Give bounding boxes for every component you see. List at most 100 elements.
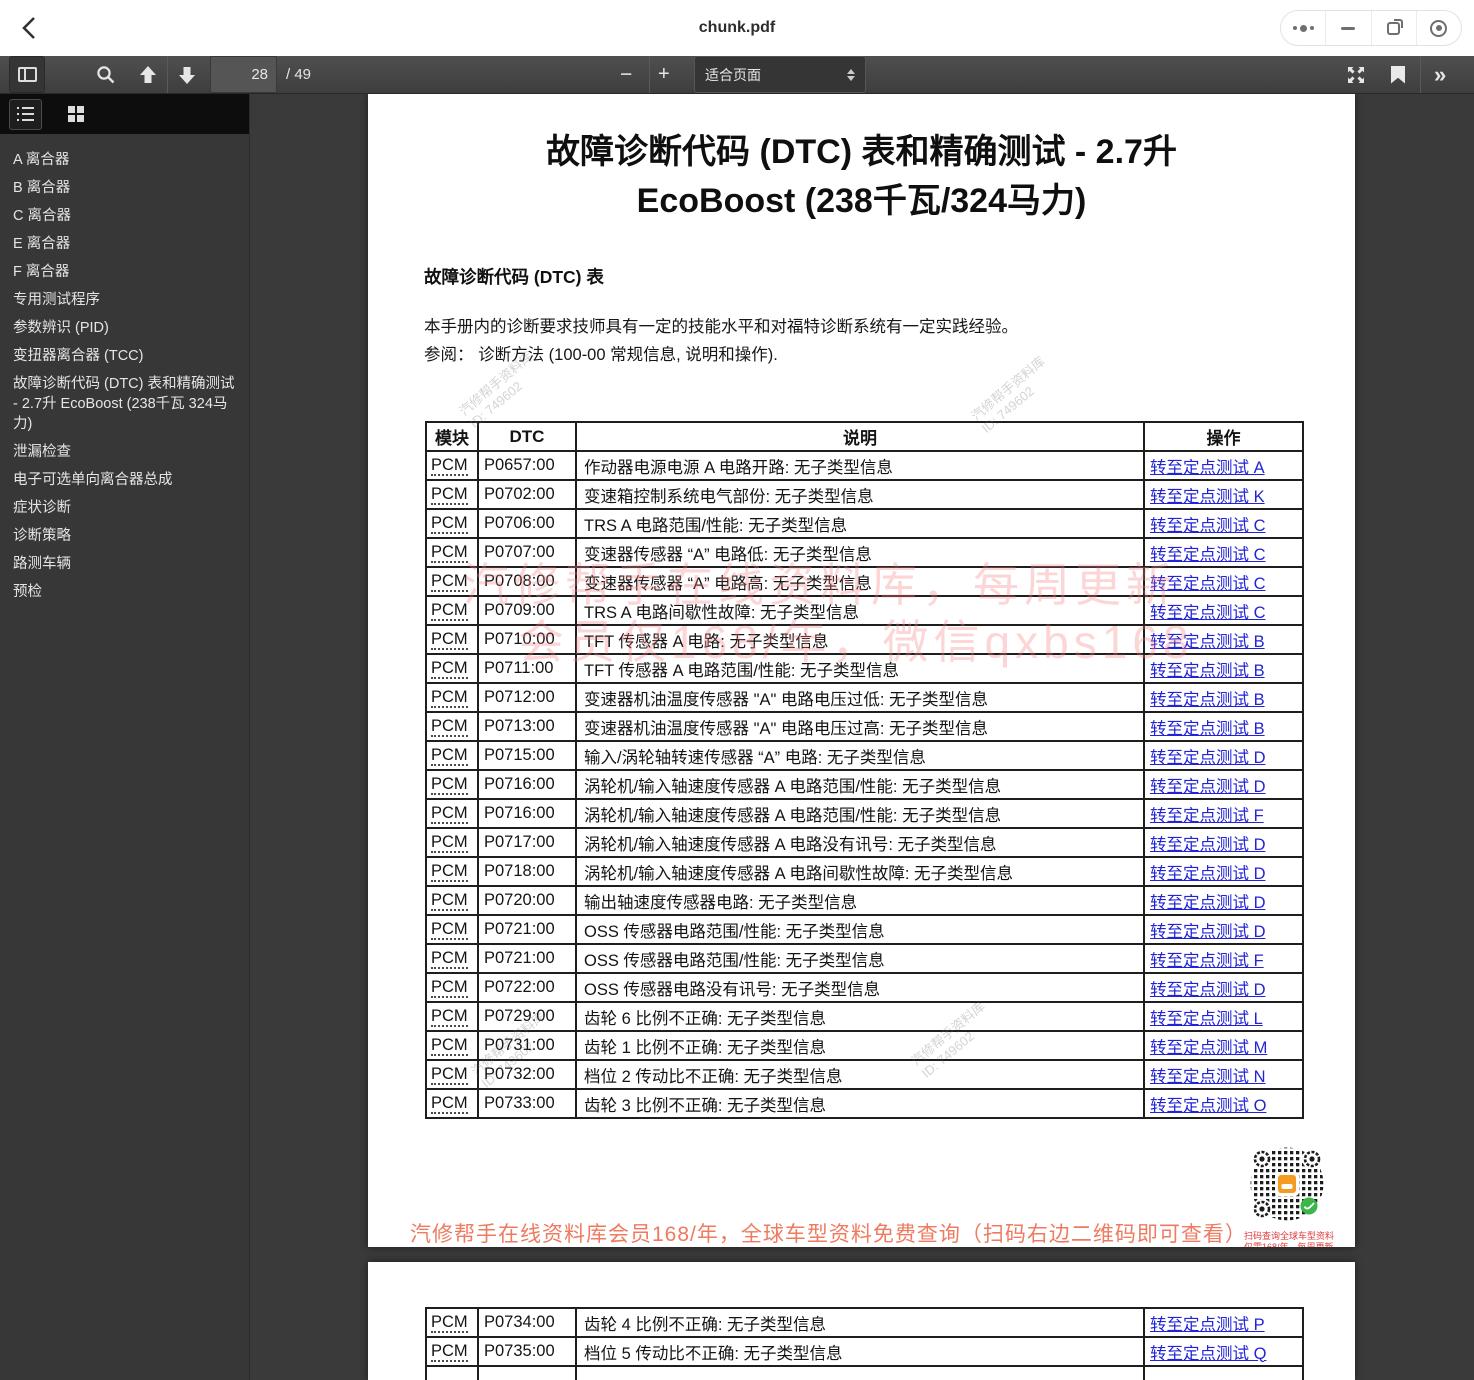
sidebar-outline-item[interactable]: 诊断策略 [11,522,241,550]
module-abbr: PCM [431,514,468,534]
action-cell: 转至定点测试 P [1144,1308,1303,1337]
sidebar-outline-item[interactable]: B 离合器 [11,174,241,202]
sidebar-outline-item[interactable]: E 离合器 [11,230,241,258]
dtc-table-row: PCMP0713:00变速器机油温度传感器 "A" 电路电压过高: 无子类型信息… [426,712,1303,741]
sidebar-outline-item[interactable]: A 离合器 [11,146,241,174]
sidebar-outline-item[interactable]: 症状诊断 [11,494,241,522]
description-cell: 变速箱控制系统电气部份: 无子类型信息 [576,480,1144,509]
action-cell: 转至定点测试 L [1144,1002,1303,1031]
module-abbr: PCM [431,601,468,621]
dtc-table-continued: PCMP0734:00齿轮 4 比例不正确: 无子类型信息转至定点测试 PPCM… [425,1307,1304,1380]
module-cell: PCM [426,625,478,654]
pinpoint-test-link[interactable]: 转至定点测试 B [1150,633,1265,651]
pinpoint-test-link[interactable]: 转至定点测试 B [1150,691,1265,709]
pinpoint-test-link[interactable]: 转至定点测试 D [1150,749,1266,767]
sidebar-outline-item[interactable]: 参数辨识 (PID) [11,314,241,342]
pinpoint-test-link[interactable]: 转至定点测试 D [1150,923,1266,941]
window-controls [1280,10,1462,46]
dtc-code-cell: P0716:00 [478,799,576,828]
search-button[interactable] [95,56,117,93]
fullscreen-button[interactable] [1345,56,1367,93]
dtc-code-cell: P0733:00 [478,1089,576,1118]
dtc-table-row: PCMP0721:00OSS 传感器电路范围/性能: 无子类型信息转至定点测试 … [426,944,1303,973]
sidebar-outline-item[interactable]: 预检 [11,578,241,606]
module-cell: PCM [426,712,478,741]
dtc-table-row: PCMP0718:00涡轮机/输入轴速度传感器 A 电路间歇性故障: 无子类型信… [426,857,1303,886]
pinpoint-test-link[interactable]: 转至定点测试 D [1150,778,1266,796]
pinpoint-test-link[interactable]: 转至定点测试 D [1150,836,1266,854]
pinpoint-test-link[interactable]: 转至定点测试 L [1150,1010,1263,1028]
pinpoint-test-link[interactable]: 转至定点测试 N [1150,1068,1266,1086]
dtc-code-cell: P0713:00 [478,712,576,741]
close-target-button[interactable] [1416,11,1461,45]
pinpoint-test-link[interactable]: 转至定点测试 C [1150,604,1266,622]
dtc-table: 模块DTC说明操作PCMP0657:00作动器电源电源 A 电路开路: 无子类型… [425,421,1304,1119]
module-abbr: PCM [431,1007,468,1027]
intro-paragraph: 本手册内的诊断要求技师具有一定的技能水平和对福特诊断系统有一定实践经验。 参阅：… [424,313,1355,369]
action-cell: 转至定点测试 D [1144,741,1303,770]
module-cell: PCM [426,799,478,828]
pinpoint-test-link[interactable]: 转至定点测试 F [1150,952,1264,970]
thumbnails-tab-button[interactable] [59,99,92,130]
outline-tab-button[interactable] [9,99,42,130]
pinpoint-test-link[interactable]: 转至定点测试 O [1150,1097,1266,1115]
sidebar-outline-item[interactable]: 电子可选单向离合器总成 [11,466,241,494]
dtc-table-row: PCM P0733:00齿轮 3 比例不正确: 无子类型信息转至定点测试 O [426,1089,1303,1118]
dtc-code-cell: P0716:00 [478,770,576,799]
zoom-in-button[interactable]: + [658,56,670,93]
back-button[interactable] [16,14,46,42]
description-cell: 变速器机油温度传感器 "A" 电路电压过高: 无子类型信息 [576,712,1144,741]
description-cell: 齿轮 3 比例不正确: 无子类型信息 [576,1089,1144,1118]
module-abbr: PCM [431,659,468,679]
minimize-button[interactable] [1325,11,1370,45]
module-cell: PCM [426,451,478,480]
pinpoint-test-link[interactable]: 转至定点测试 B [1150,720,1265,738]
sidebar-outline-item[interactable]: 泄漏检查 [11,438,241,466]
page-number-input[interactable] [210,56,277,93]
back-chevron-icon [16,14,46,42]
pinpoint-test-link[interactable]: 转至定点测试 D [1150,894,1266,912]
more-options-button[interactable] [1281,11,1325,45]
pinpoint-test-link[interactable]: 转至定点测试 P [1150,1316,1265,1334]
pinpoint-test-link[interactable]: 转至定点测试 D [1150,981,1266,999]
module-abbr: PCM [431,862,468,882]
sidebar-outline-item[interactable]: F 离合器 [11,258,241,286]
pinpoint-test-link[interactable]: 转至定点测试 C [1150,575,1266,593]
previous-page-button[interactable] [137,56,159,93]
action-cell: 转至定点测试 C [1144,567,1303,596]
pinpoint-test-link[interactable]: 转至定点测试 B [1150,662,1265,680]
pinpoint-test-link[interactable]: 转至定点测试 F [1150,807,1264,825]
pinpoint-test-link[interactable]: 转至定点测试 D [1150,865,1266,883]
bookmark-button[interactable] [1391,56,1405,93]
action-cell: 转至定点测试 F [1144,799,1303,828]
pinpoint-test-link[interactable]: 转至定点测试 Q [1150,1345,1266,1363]
sidebar-outline-item[interactable]: C 离合器 [11,202,241,230]
search-icon [95,64,117,86]
module-abbr: PCM [431,1094,468,1114]
module-cell: PCM [426,1308,478,1337]
sidebar-toggle-button[interactable] [9,56,45,93]
zoom-out-button[interactable]: − [620,56,632,93]
sidebar-outline-item[interactable]: 变扭器离合器 (TCC) [11,342,241,370]
dtc-code-cell: P0721:00 [478,915,576,944]
pinpoint-test-link[interactable]: 转至定点测试 C [1150,517,1266,535]
sidebar-outline-item[interactable]: 路测车辆 [11,550,241,578]
restore-button[interactable] [1371,11,1416,45]
sidebar-outline-item[interactable]: 专用测试程序 [11,286,241,314]
pinpoint-test-link[interactable]: 转至定点测试 K [1150,488,1265,506]
dtc-table-row: PCMP0717:00涡轮机/输入轴速度传感器 A 电路没有讯号: 无子类型信息… [426,828,1303,857]
sidebar-outline-item[interactable]: 故障诊断代码 (DTC) 表和精确测试 - 2.7升 EcoBoost (238… [11,370,241,438]
dtc-table-row: PCMP0712:00变速器机油温度传感器 "A" 电路电压过低: 无子类型信息… [426,683,1303,712]
pinpoint-test-link[interactable]: 转至定点测试 M [1150,1039,1267,1057]
bookmark-icon [1391,66,1405,84]
dtc-table-row: PCMP0716:00涡轮机/输入轴速度传感器 A 电路范围/性能: 无子类型信… [426,799,1303,828]
document-title: chunk.pdf [0,0,1474,56]
more-tools-button[interactable]: » [1434,56,1444,93]
pinpoint-test-link[interactable]: 转至定点测试 A [1150,459,1265,477]
pinpoint-test-link[interactable]: 转至定点测试 C [1150,546,1266,564]
pdf-viewer[interactable]: 故障诊断代码 (DTC) 表和精确测试 - 2.7升 EcoBoost (238… [250,94,1474,1380]
next-page-button[interactable] [176,56,198,93]
description-cell: 涡轮机/输入轴速度传感器 A 电路范围/性能: 无子类型信息 [576,770,1144,799]
dtc-table-row: PCMP0716:00涡轮机/输入轴速度传感器 A 电路范围/性能: 无子类型信… [426,770,1303,799]
zoom-level-select[interactable]: 适合页面 [694,56,866,93]
